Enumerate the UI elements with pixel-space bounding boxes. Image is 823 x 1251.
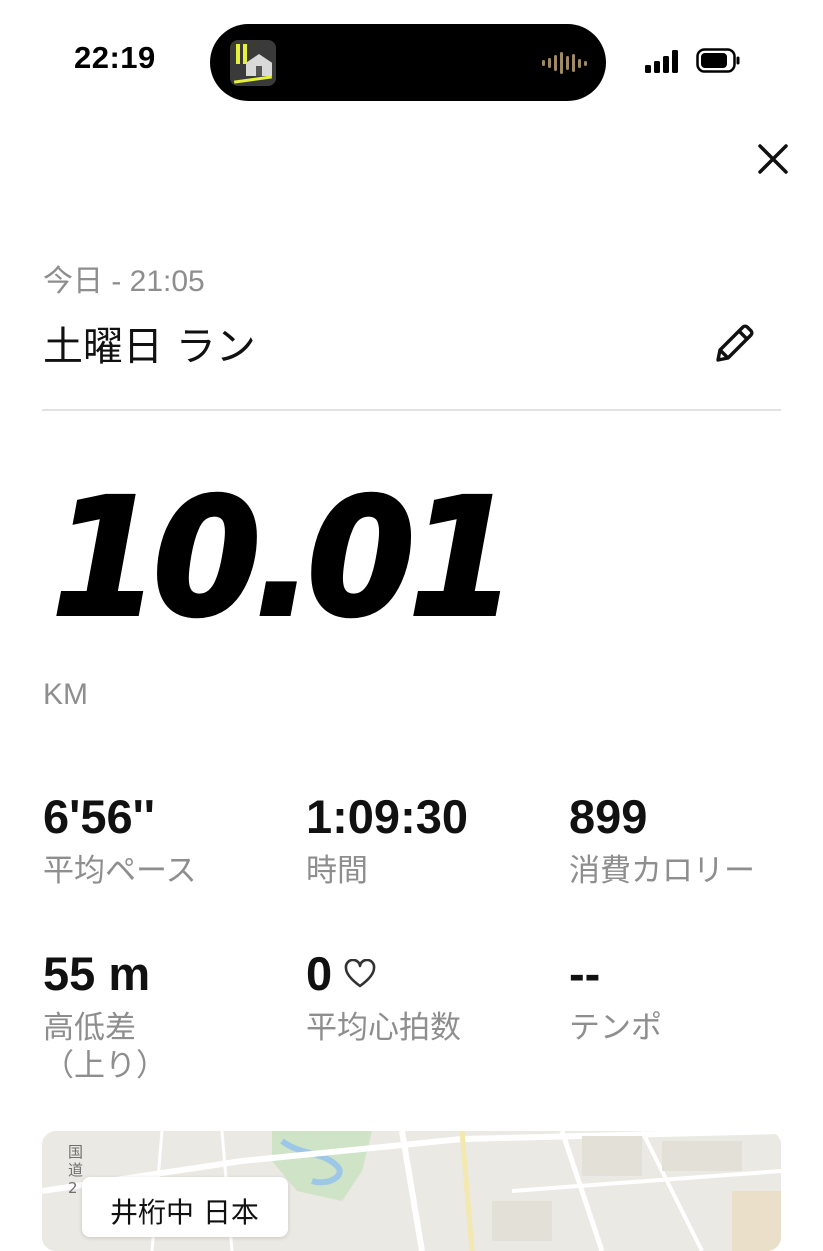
close-icon[interactable] (752, 138, 794, 180)
header-divider (42, 409, 781, 411)
stat-label: 高低差 (43, 1010, 136, 1046)
stat-tempo: -- テンポ (569, 950, 662, 1047)
battery-icon (696, 48, 740, 73)
dynamic-island[interactable] (210, 24, 606, 101)
stat-calories: 899 消費カロリー (569, 793, 755, 890)
stat-value: 55 m (43, 947, 151, 1000)
stat-value: 6'56'' (43, 790, 155, 843)
stat-value: 0 (306, 947, 333, 1000)
stat-label: 平均心拍数 (306, 1010, 461, 1046)
stat-duration: 1:09:30 時間 (306, 793, 468, 890)
status-bar-time: 22:19 (74, 40, 156, 75)
stat-average-pace: 6'56'' 平均ペース (43, 793, 196, 890)
stat-value: -- (569, 947, 601, 1000)
stat-label: 平均ペース (43, 853, 197, 889)
map-location-text: 井桁中 日本 (110, 1196, 259, 1229)
pencil-icon[interactable] (710, 318, 760, 368)
workout-title: 土曜日 ラン (43, 324, 256, 370)
workout-date-time: 今日 - 21:05 (43, 265, 205, 298)
cellular-signal-icon (645, 50, 678, 73)
stat-label: 消費カロリー (569, 853, 755, 889)
audio-waveform-icon (542, 51, 587, 75)
route-map[interactable]: 国道2 井桁中 日本 (42, 1131, 781, 1251)
stat-elevation-gain: 55 m 高低差 （上り） (43, 950, 167, 1085)
stat-value: 1:09:30 (306, 790, 468, 843)
stat-average-heart-rate: 0 平均心拍数 (306, 950, 461, 1047)
map-location-card: 井桁中 日本 (82, 1177, 288, 1237)
stat-label: テンポ (569, 1010, 662, 1046)
distance-value: 10.01 (50, 465, 518, 653)
stat-label: 時間 (306, 853, 368, 889)
distance-unit: KM (43, 678, 88, 711)
stat-value: 899 (569, 790, 648, 843)
heart-icon (344, 958, 376, 987)
stat-value-row: 0 (306, 950, 461, 997)
stat-label-secondary: （上り） (43, 1048, 167, 1084)
now-playing-artwork (230, 40, 276, 86)
